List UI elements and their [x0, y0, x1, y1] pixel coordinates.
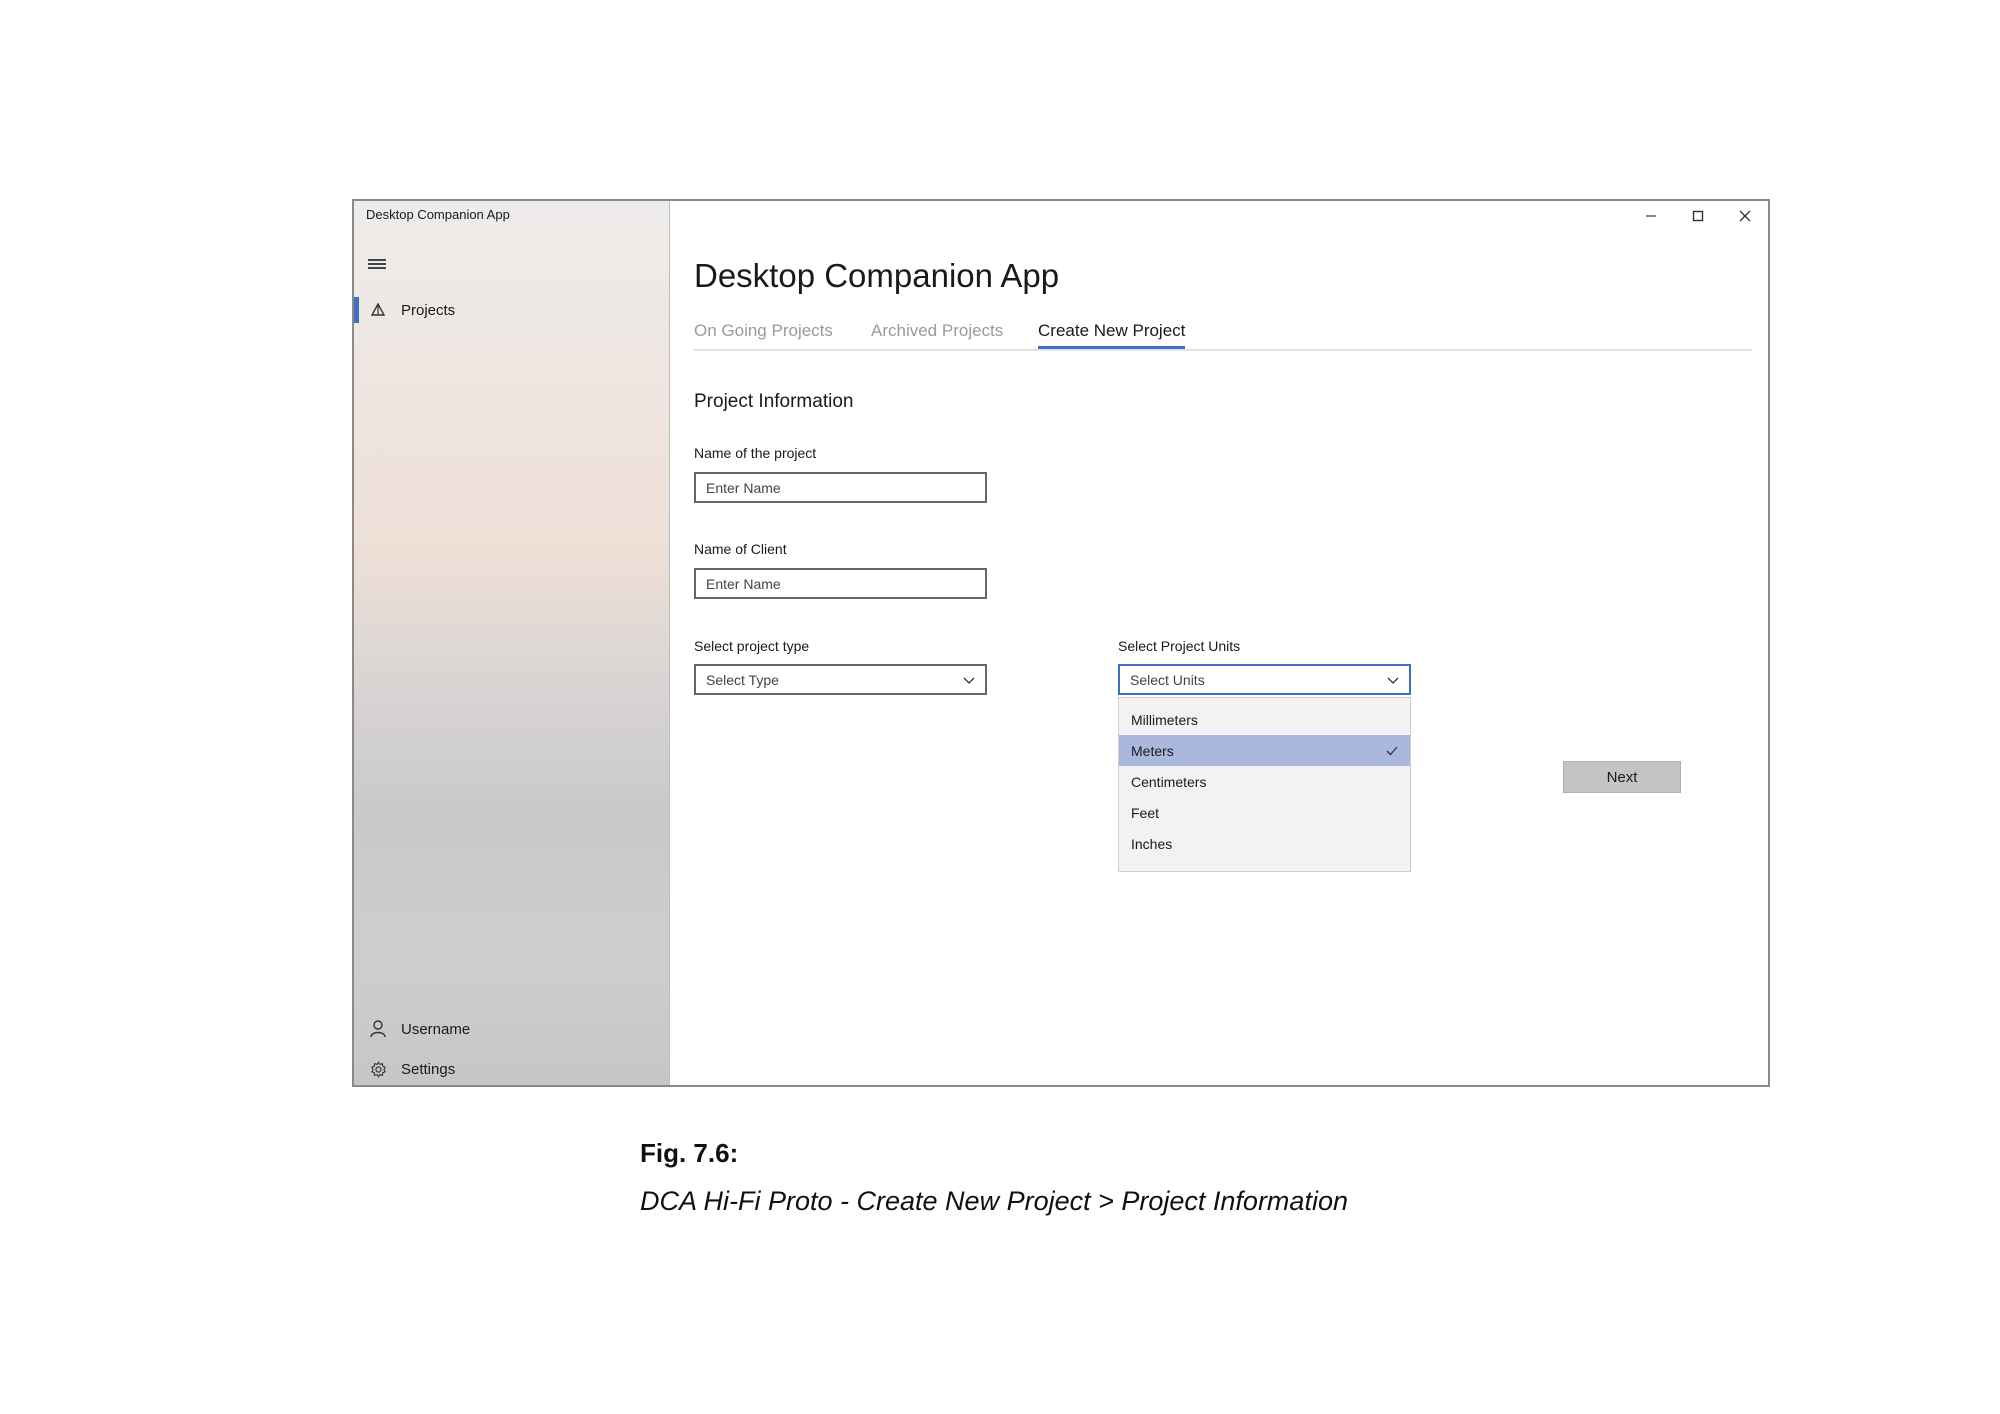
- project-type-value: Select Type: [706, 671, 779, 688]
- option-label: Inches: [1131, 835, 1173, 852]
- page-title: Desktop Companion App: [694, 257, 1060, 294]
- units-option-millimeters[interactable]: Millimeters: [1119, 704, 1410, 735]
- option-label: Meters: [1131, 742, 1174, 759]
- sidebar-item-settings[interactable]: Settings: [354, 1054, 669, 1084]
- section-title: Project Information: [694, 391, 854, 412]
- option-label: Millimeters: [1131, 711, 1198, 728]
- sidebar-item-username[interactable]: Username: [354, 1014, 669, 1044]
- project-units-label: Select Project Units: [1118, 638, 1241, 654]
- sidebar: Desktop Companion App Projects Username …: [354, 201, 670, 1085]
- minimize-icon[interactable]: [1627, 201, 1674, 231]
- units-option-feet[interactable]: Feet: [1119, 797, 1410, 828]
- hamburger-menu-icon[interactable]: [368, 257, 386, 271]
- sidebar-item-label: Username: [401, 1020, 471, 1038]
- tab-create-new-project[interactable]: Create New Project: [1038, 321, 1186, 349]
- units-option-meters[interactable]: Meters: [1119, 735, 1410, 766]
- option-label: Centimeters: [1131, 773, 1207, 790]
- window-controls: [1627, 201, 1768, 231]
- project-units-select[interactable]: Select Units: [1118, 664, 1411, 695]
- maximize-icon[interactable]: [1674, 201, 1721, 231]
- client-name-label: Name of Client: [694, 541, 787, 557]
- app-window: Desktop Companion App Projects Username …: [352, 199, 1770, 1087]
- option-label: Feet: [1131, 804, 1160, 821]
- sidebar-item-label: Settings: [401, 1060, 456, 1078]
- gear-icon: [369, 1060, 387, 1078]
- window-title: Desktop Companion App: [366, 207, 510, 222]
- figure-caption: DCA Hi-Fi Proto - Create New Project > P…: [640, 1186, 1348, 1216]
- next-button[interactable]: Next: [1563, 761, 1681, 793]
- tab-ongoing-projects[interactable]: On Going Projects: [694, 321, 833, 345]
- tab-archived-projects[interactable]: Archived Projects: [871, 321, 1003, 345]
- projects-icon: [369, 301, 387, 319]
- main-content: Desktop Companion App On Going Projects …: [670, 201, 1768, 1085]
- checkmark-icon: [1386, 743, 1398, 759]
- client-name-input[interactable]: [694, 568, 987, 599]
- chevron-down-icon: [1387, 672, 1399, 688]
- project-type-label: Select project type: [694, 638, 810, 654]
- user-icon: [369, 1020, 387, 1038]
- units-option-inches[interactable]: Inches: [1119, 828, 1410, 859]
- project-name-label: Name of the project: [694, 445, 817, 461]
- project-type-select[interactable]: Select Type: [694, 664, 987, 695]
- project-name-input[interactable]: [694, 472, 987, 503]
- units-dropdown-list: Millimeters Meters Centimeters Feet Inch…: [1118, 697, 1411, 872]
- chevron-down-icon: [963, 672, 975, 688]
- project-units-value: Select Units: [1130, 671, 1205, 688]
- sidebar-item-projects[interactable]: Projects: [354, 295, 669, 325]
- tab-bar: On Going Projects Archived Projects Crea…: [694, 321, 1752, 351]
- units-option-centimeters[interactable]: Centimeters: [1119, 766, 1410, 797]
- close-icon[interactable]: [1721, 201, 1768, 231]
- sidebar-item-label: Projects: [401, 301, 456, 319]
- active-indicator: [354, 297, 359, 323]
- figure-number: Fig. 7.6:: [640, 1138, 739, 1168]
